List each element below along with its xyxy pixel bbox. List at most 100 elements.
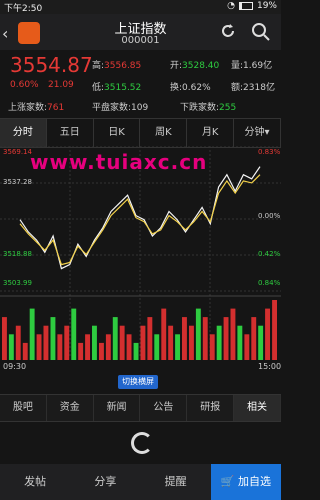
y-label-low-right: 0.42%	[258, 250, 281, 258]
tab-weekly-k[interactable]: 周K	[140, 119, 188, 147]
volume-bar	[36, 334, 42, 360]
battery-percent: 19%	[256, 1, 277, 11]
volume-bar	[154, 334, 160, 360]
loading-spinner-icon	[131, 432, 153, 454]
period-tabs: 分时 五日 日K 周K 月K 分钟▾	[0, 118, 281, 148]
volume-bar	[78, 342, 84, 360]
volume-bar	[189, 325, 194, 360]
volume-bar	[112, 317, 118, 360]
volume-bar	[105, 334, 111, 360]
tab-announcements[interactable]: 公告	[140, 395, 188, 421]
volume-bar	[168, 325, 174, 360]
volume-bar	[8, 334, 14, 360]
up-count: 761	[47, 103, 65, 113]
refresh-icon[interactable]	[218, 21, 238, 41]
tab-related[interactable]: 相关	[234, 395, 281, 421]
volume-bar	[119, 325, 125, 360]
volume-bar	[85, 334, 90, 360]
header: ‹ 上证指数 000001	[0, 14, 281, 50]
open-label: 开:	[170, 61, 183, 71]
tab-intraday[interactable]: 分时	[0, 119, 47, 147]
volume-bar	[195, 308, 201, 360]
down-count-label: 下跌家数:	[180, 103, 220, 113]
volume-bar	[251, 317, 257, 360]
amount-value: 2318亿	[243, 83, 275, 93]
volume-bar	[258, 325, 264, 360]
y-label-top-right: 0.83%	[258, 148, 281, 156]
action-bar: 发帖 分享 提醒 🛒 加自选	[0, 464, 281, 500]
tab-daily-k[interactable]: 日K	[94, 119, 141, 147]
price-line	[19, 166, 261, 270]
y-label-bottom-right: 0.84%	[258, 279, 281, 287]
volume-bar	[237, 325, 243, 360]
status-icons: ◔ 19%	[227, 1, 277, 11]
change-percent: 0.60%	[10, 80, 39, 90]
watermark: www.tuiaxc.cn	[30, 150, 208, 174]
chart-canvas	[0, 146, 281, 360]
tab-news[interactable]: 新闻	[94, 395, 141, 421]
volume-bar	[272, 300, 277, 360]
y-label-low-left: 3518.88	[3, 250, 32, 258]
volume-bar	[71, 308, 77, 360]
volume-bar	[29, 308, 35, 360]
post-button[interactable]: 发帖	[0, 464, 70, 500]
search-icon[interactable]	[250, 21, 272, 43]
volume-bar	[216, 325, 222, 360]
tab-forum[interactable]: 股吧	[0, 395, 47, 421]
wifi-icon: ◔	[227, 1, 235, 11]
volume-bar	[265, 308, 270, 360]
tab-five-day[interactable]: 五日	[47, 119, 94, 147]
y-label-bottom-left: 3503.99	[3, 279, 32, 287]
volume-bar	[209, 334, 215, 360]
amount-label: 额:	[231, 83, 244, 93]
info-tabs: 股吧 资金 新闻 公告 研报 相关	[0, 394, 281, 422]
volume-bar	[182, 317, 187, 360]
turnover-label: 换:	[170, 83, 183, 93]
tab-research[interactable]: 研报	[187, 395, 235, 421]
time-label-end: 15:00	[258, 362, 282, 371]
volume-bar	[230, 308, 236, 360]
tab-funds[interactable]: 资金	[47, 395, 94, 421]
volume-bar	[99, 342, 104, 360]
volume-bar	[223, 317, 229, 360]
volume-bar	[64, 325, 70, 360]
y-label-mid-right: 0.00%	[258, 212, 281, 220]
volume-bar	[133, 342, 139, 360]
flat-count-label: 平盘家数:	[92, 103, 132, 113]
turnover-value: 0.62%	[182, 83, 211, 93]
volume-value: 1.69亿	[243, 61, 273, 71]
volume-bar	[43, 325, 49, 360]
high-label: 高:	[92, 61, 105, 71]
volume-bar	[57, 334, 63, 360]
volume-bar	[126, 334, 132, 360]
volume-bar	[161, 308, 167, 360]
intraday-chart[interactable]: www.tuiaxc.cn 3569.14 3537.28 3518.88 35…	[0, 146, 281, 376]
low-value: 3515.52	[104, 83, 142, 93]
quote-panel: 3554.87 0.60% 21.09 高:3556.85 开:3528.40 …	[0, 50, 281, 116]
alert-button[interactable]: 提醒	[141, 464, 211, 500]
volume-bar	[92, 325, 97, 360]
current-price: 3554.87	[10, 53, 93, 77]
y-label-mid-left: 3537.28	[3, 178, 32, 186]
flat-count: 109	[131, 103, 149, 113]
battery-icon	[238, 2, 253, 10]
tab-monthly-k[interactable]: 月K	[187, 119, 235, 147]
y-label-top-left: 3569.14	[3, 148, 32, 156]
add-watchlist-button[interactable]: 🛒 加自选	[210, 464, 281, 500]
volume-bar	[175, 334, 180, 360]
tab-minute[interactable]: 分钟▾	[234, 119, 281, 147]
volume-bar	[15, 325, 21, 360]
landscape-toggle-button[interactable]: 切换横屏	[118, 375, 158, 389]
volume-label: 量:	[231, 61, 244, 71]
share-button[interactable]: 分享	[70, 464, 140, 500]
volume-bar	[50, 317, 56, 360]
add-watchlist-label: 加自选	[237, 475, 271, 488]
volume-bar	[202, 317, 208, 360]
time-label-start: 09:30	[3, 362, 27, 371]
low-label: 低:	[92, 83, 105, 93]
open-value: 3528.40	[182, 61, 220, 71]
volume-bar	[22, 342, 28, 360]
cart-icon: 🛒	[220, 475, 235, 488]
volume-bar	[147, 317, 153, 360]
change-amount: 21.09	[48, 80, 74, 90]
